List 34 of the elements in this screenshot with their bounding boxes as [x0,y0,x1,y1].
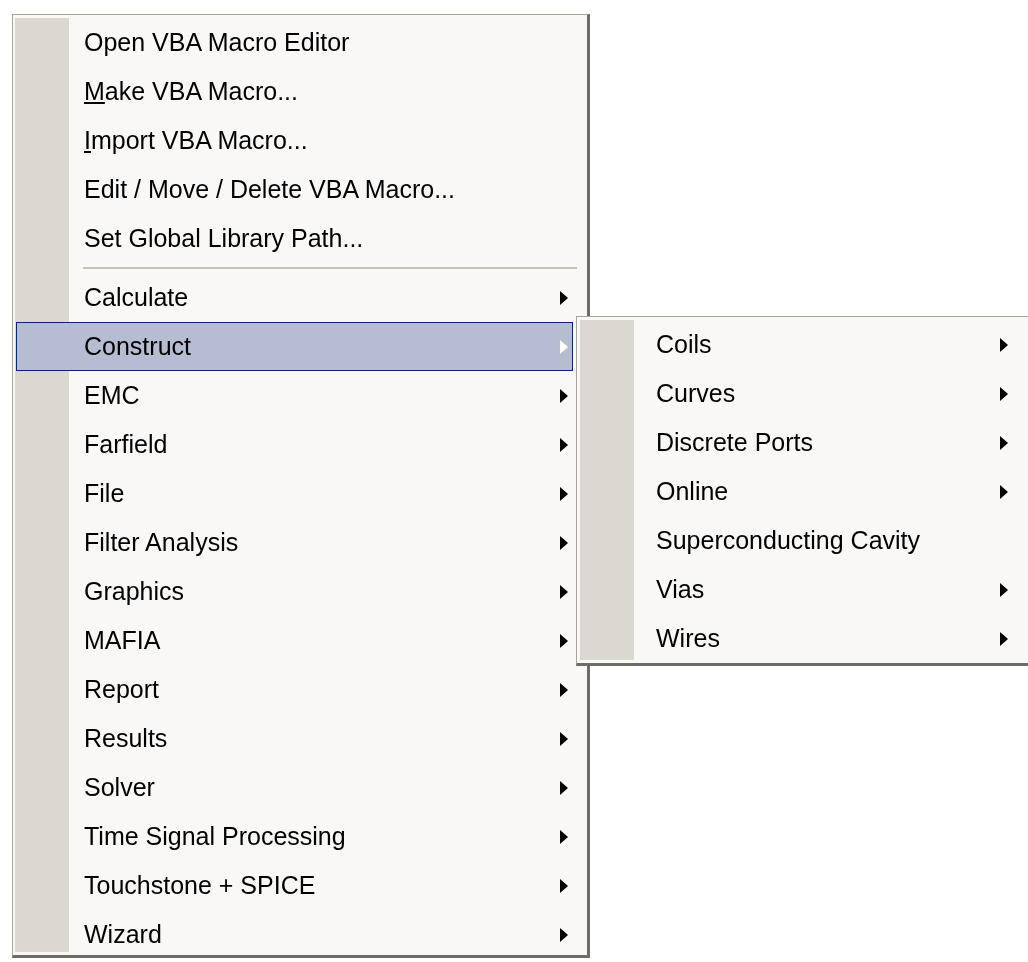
menu-item[interactable]: Import VBA Macro... [15,116,585,165]
submenu-arrow-icon [560,878,568,893]
submenu-arrow-icon [560,290,568,305]
submenu-arrow-icon [1000,631,1008,646]
submenu-arrow-icon [560,535,568,550]
submenu-arrow-icon [1000,337,1008,352]
submenu-arrow-icon [1000,582,1008,597]
menu-item[interactable]: Set Global Library Path... [15,214,585,263]
submenu-arrow-icon [1000,386,1008,401]
menu-item[interactable]: Calculate [15,273,585,322]
menu-item[interactable]: Wizard [15,910,585,959]
menu-item[interactable]: Construct [16,322,573,371]
submenu-arrow-icon [1000,435,1008,450]
submenu-arrow-icon [560,388,568,403]
menu-item[interactable]: Touchstone + SPICE [15,861,585,910]
submenu-arrow-icon [560,731,568,746]
menu-item[interactable]: Edit / Move / Delete VBA Macro... [15,165,585,214]
submenu-arrow-icon [560,780,568,795]
submenu-arrow-icon [1000,484,1008,499]
menu-item[interactable]: Make VBA Macro... [15,67,585,116]
submenu-arrow-icon [560,486,568,501]
menu-item[interactable]: Solver [15,763,585,812]
menu-item[interactable]: Time Signal Processing [15,812,585,861]
submenu-arrow-icon [560,633,568,648]
submenu-arrow-icon [560,437,568,452]
submenu-arrow-icon [560,584,568,599]
menu-item[interactable]: Coils [580,320,1028,369]
menu-item[interactable]: Open VBA Macro Editor [15,18,585,67]
submenu-arrow-icon [560,682,568,697]
submenu-arrow-icon [560,829,568,844]
submenu-arrow-icon [560,927,568,942]
menu-item[interactable]: Report [15,665,585,714]
menu-item[interactable]: Results [15,714,585,763]
submenu-arrow-icon [560,339,568,354]
